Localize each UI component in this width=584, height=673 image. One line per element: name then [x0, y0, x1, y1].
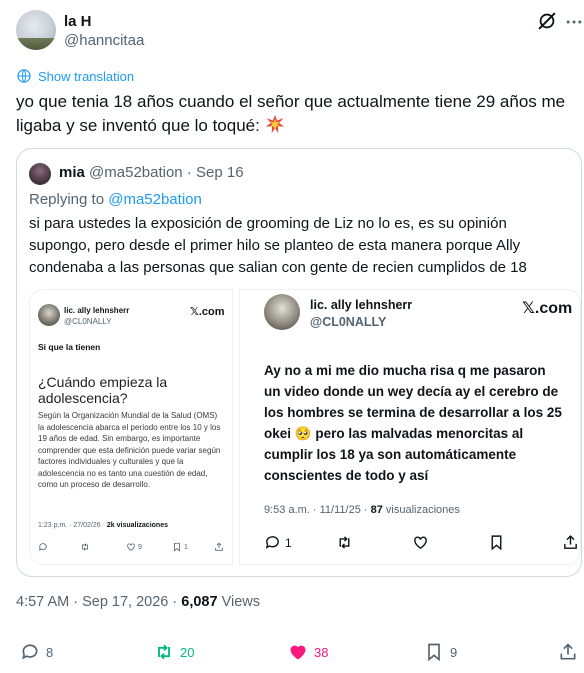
retweet-icon	[158, 644, 170, 660]
show-translation-label: Show translation	[38, 68, 135, 84]
timestamp-time[interactable]: 4:57 AM · Sep 17, 2026 ·	[16, 594, 177, 610]
like-button[interactable]: 38	[288, 642, 328, 662]
replying-handle-link[interactable]: @ma52bation	[108, 191, 202, 208]
media-left-like-count: 9	[138, 543, 142, 551]
more-dots-icon[interactable]	[564, 12, 584, 32]
tweet-timestamp: 4:57 AM · Sep 17, 2026 · 6,087 Views	[16, 594, 260, 610]
media-right-share	[562, 534, 579, 551]
media-left-name: lic. ally lehnsherr	[64, 306, 130, 315]
media-left-retweet	[80, 542, 90, 552]
share-upload-icon	[564, 535, 577, 549]
quote-author-name[interactable]: mia	[59, 164, 85, 181]
share-upload-icon	[215, 542, 223, 551]
share-button[interactable]	[558, 642, 578, 662]
media-right-body: Ay no a mi me dio mucha risa q me pasaro…	[264, 363, 562, 483]
media-right-reply-count: 1	[285, 535, 292, 550]
retweet-icon	[82, 543, 88, 551]
heart-icon	[414, 536, 427, 550]
media-right-views-label: visualizaciones	[385, 504, 460, 516]
media-left-meta: 1:23 p.m. · 27/02/26 · 2k visualizacione…	[38, 522, 168, 529]
media-left-like: 9	[126, 542, 142, 552]
reply-bubble-icon	[22, 644, 38, 660]
heart-icon	[290, 645, 306, 660]
media-left-actions: 9 1	[38, 542, 226, 554]
media-right-name: lic. ally lehnsherr	[310, 298, 413, 312]
bookmark-icon	[428, 643, 440, 662]
media-left-time: 1:23 p.m. · 27/02/26 ·	[38, 522, 105, 529]
quote-date[interactable]: Sep 16	[196, 164, 244, 181]
quote-author-avatar[interactable]	[29, 163, 51, 185]
show-translation-link[interactable]: Show translation	[16, 68, 134, 84]
media-right-bookmark	[488, 534, 505, 551]
media-right-meta: 9:53 a.m. · 11/11/25 · 87 visualizacione…	[264, 504, 460, 516]
media-left-share	[214, 542, 224, 552]
tweet-header: la H @hanncitaa	[16, 10, 582, 54]
like-count: 38	[314, 644, 329, 660]
grok-slash-circle-icon[interactable]	[536, 10, 558, 32]
replying-label: Replying to	[29, 191, 105, 208]
views-count: 6,087	[181, 594, 218, 610]
author-name[interactable]: la H	[64, 13, 92, 30]
media-right-avatar	[264, 294, 300, 330]
media-right-like	[412, 534, 429, 551]
media-left-subtitle: Si que la tienen	[38, 342, 101, 352]
bookmark-count: 9	[450, 644, 458, 660]
quote-replying-to: Replying to @ma52bation	[29, 191, 202, 208]
media-left-avatar	[38, 304, 60, 326]
media-left-handle: @CL0NALLY	[64, 317, 112, 326]
tweet-body: yo que tenia 18 años cuando el señor que…	[16, 92, 566, 135]
heart-icon	[127, 543, 135, 551]
media-right-actions: 1	[264, 534, 577, 552]
author-avatar[interactable]	[16, 10, 56, 50]
quote-separator: ·	[186, 164, 192, 181]
collision-burst-emoji-icon	[265, 114, 284, 134]
quote-media-right[interactable]: lic. ally lehnsherr @CL0NALLY 𝕏.com Ay n…	[239, 289, 581, 565]
media-left-bookmark-count: 1	[184, 543, 188, 551]
quote-header: mia @ma52bation · Sep 16	[59, 164, 244, 181]
media-left-title: ¿Cuándo empieza la adolescencia?	[38, 374, 168, 406]
quote-text: si para ustedes la exposición de groomin…	[29, 215, 527, 276]
media-right-views-count: 87	[370, 504, 383, 516]
quoted-tweet[interactable]: mia @ma52bation · Sep 16 Replying to @ma…	[16, 148, 582, 577]
media-left-body: Según la Organización Mundial de la Salu…	[38, 411, 221, 489]
media-right-brand: 𝕏.com	[522, 300, 573, 317]
media-right-retweet	[336, 534, 353, 551]
media-left-bookmark: 1	[172, 542, 188, 552]
globe-icon	[17, 69, 31, 83]
bookmark-icon	[491, 535, 502, 551]
author-handle[interactable]: @hanncitaa	[64, 32, 144, 49]
media-left-views: 2k visualizaciones	[106, 522, 168, 529]
retweet-count: 20	[180, 644, 195, 660]
reply-bubble-icon	[265, 536, 279, 549]
quote-author-handle[interactable]: @ma52bation	[89, 164, 183, 181]
media-left-reply	[38, 542, 48, 552]
tweet-text: yo que tenia 18 años cuando el señor que…	[16, 90, 576, 138]
reply-count: 8	[46, 644, 54, 660]
bookmark-icon	[174, 542, 180, 552]
retweet-icon	[339, 536, 350, 549]
media-right-reply: 1	[264, 534, 292, 551]
views-label: Views	[221, 594, 260, 610]
bookmark-button[interactable]: 9	[424, 642, 457, 662]
retweet-button[interactable]: 20	[154, 642, 194, 662]
reply-button[interactable]: 8	[20, 642, 53, 662]
reply-bubble-icon	[39, 543, 47, 551]
media-right-handle: @CL0NALLY	[310, 315, 387, 329]
share-upload-icon	[560, 643, 576, 660]
quote-media-left[interactable]: lic. ally lehnsherr @CL0NALLY 𝕏.com Si q…	[29, 289, 233, 565]
media-right-time: 9:53 a.m. · 11/11/25 ·	[264, 504, 368, 516]
tweet-action-bar: 8 20 38 9	[20, 642, 580, 664]
media-left-brand: 𝕏.com	[190, 306, 225, 318]
